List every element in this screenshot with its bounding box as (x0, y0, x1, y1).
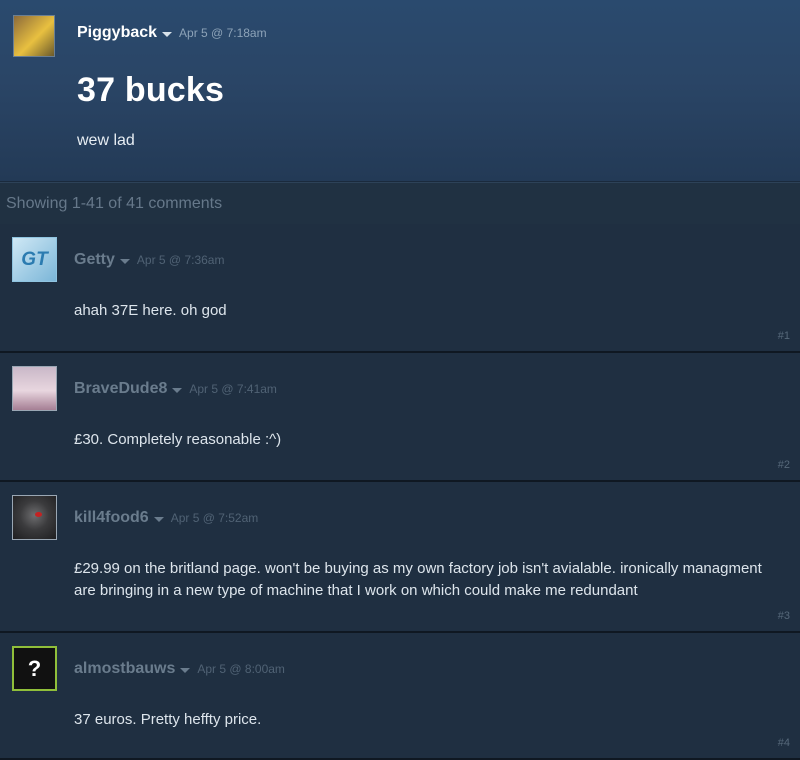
comment-author[interactable]: BraveDude8 (74, 380, 167, 398)
comment-number[interactable]: #1 (778, 330, 790, 342)
comment-number[interactable]: #2 (778, 459, 790, 471)
comment-timestamp: Apr 5 @ 8:00am (197, 662, 285, 676)
chevron-down-icon[interactable] (162, 31, 173, 37)
comment-count-text: Showing 1-41 of 41 comments (6, 194, 223, 212)
topic-author-name[interactable]: Piggyback (77, 24, 157, 42)
comment-item: kill4food6 Apr 5 @ 7:52am £29.99 on the … (0, 482, 800, 633)
chevron-down-icon[interactable] (180, 667, 191, 673)
topic-author-row: Piggyback Apr 5 @ 7:18am (77, 24, 267, 42)
comment-text: 37 euros. Pretty heffty price. (74, 711, 262, 728)
comment-text: ahah 37E here. oh god (74, 302, 227, 319)
comment-item: GT Getty Apr 5 @ 7:36am ahah 37E here. o… (0, 224, 800, 353)
comment-timestamp: Apr 5 @ 7:36am (136, 253, 225, 267)
comment-author[interactable]: kill4food6 (74, 509, 149, 527)
comment-avatar[interactable] (12, 366, 57, 411)
comment-text: £30. Completely reasonable :^) (74, 431, 282, 448)
chevron-down-icon[interactable] (172, 387, 183, 393)
topic-title: 37 bucks (77, 71, 225, 109)
chevron-down-icon[interactable] (119, 258, 130, 264)
comment-avatar[interactable]: ? (12, 646, 57, 691)
comment-header: BraveDude8 Apr 5 @ 7:41am (74, 380, 277, 398)
chevron-down-icon[interactable] (153, 516, 164, 522)
comment-count-bar: Showing 1-41 of 41 comments (0, 182, 800, 224)
comment-text: £29.99 on the britland page. won't be bu… (74, 560, 762, 599)
comment-header: Getty Apr 5 @ 7:36am (74, 251, 224, 269)
comment-item: BraveDude8 Apr 5 @ 7:41am £30. Completel… (0, 353, 800, 482)
avatar-eye-detail (35, 512, 42, 517)
question-mark-icon: ? (27, 656, 42, 681)
comment-header: almostbauws Apr 5 @ 8:00am (74, 660, 285, 678)
comment-header: kill4food6 Apr 5 @ 7:52am (74, 509, 258, 527)
avatar-monogram: GT (21, 249, 48, 270)
comment-avatar[interactable]: GT (12, 237, 57, 282)
comment-number[interactable]: #3 (778, 610, 790, 622)
comment-author[interactable]: Getty (74, 251, 115, 269)
topic-timestamp: Apr 5 @ 7:18am (179, 26, 267, 40)
topic-body: wew lad (77, 132, 135, 149)
comment-timestamp: Apr 5 @ 7:41am (189, 382, 277, 396)
topic-header: Piggyback Apr 5 @ 7:18am 37 bucks wew la… (0, 0, 800, 182)
comment-timestamp: Apr 5 @ 7:52am (170, 511, 259, 525)
topic-author-avatar[interactable] (13, 15, 55, 57)
comment-avatar[interactable] (12, 495, 57, 540)
comment-item: ? almostbauws Apr 5 @ 8:00am 37 euros. P… (0, 633, 800, 760)
comment-number[interactable]: #4 (778, 737, 790, 749)
comment-author[interactable]: almostbauws (74, 660, 175, 678)
